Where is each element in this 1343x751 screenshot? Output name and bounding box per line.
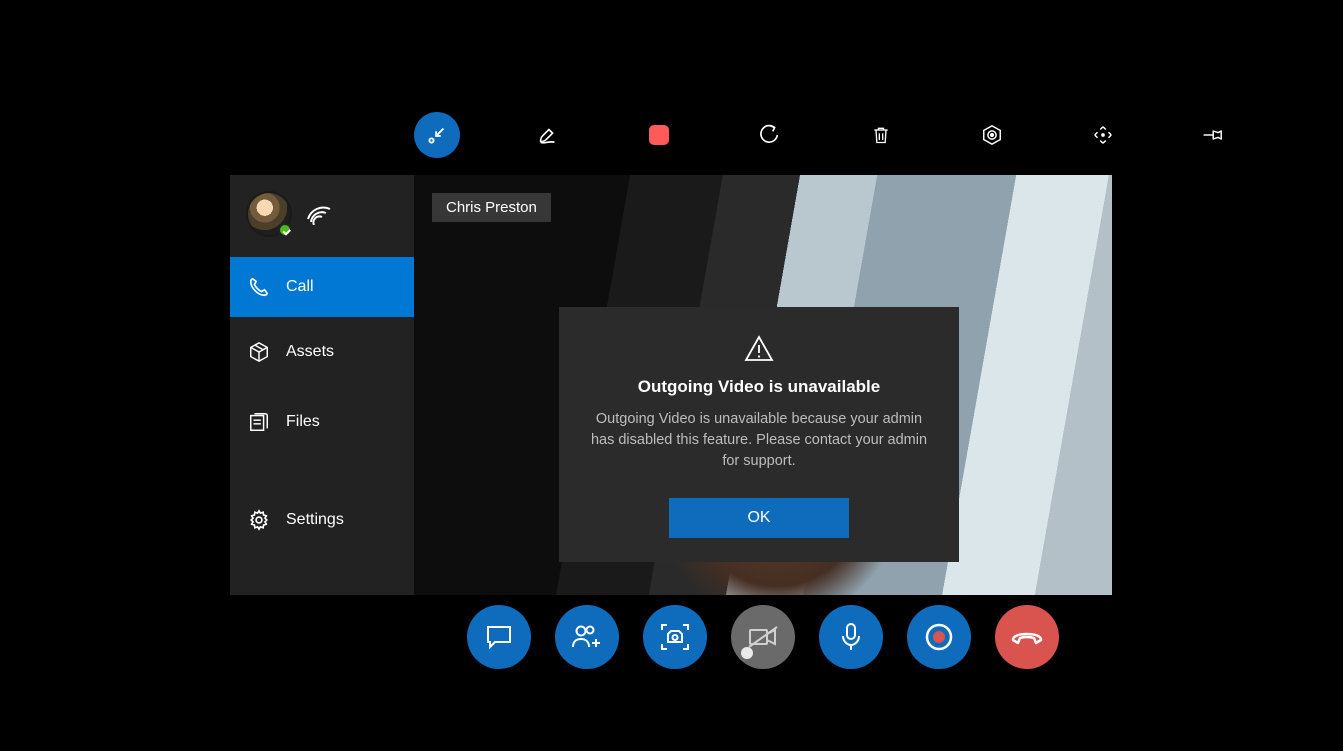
call-bar: [467, 605, 1059, 669]
sidebar-item-assets[interactable]: Assets: [230, 317, 414, 387]
ink-icon: [537, 124, 559, 146]
phone-icon: [248, 276, 270, 298]
mic-icon: [840, 622, 862, 652]
camera-frame-icon: [660, 623, 690, 651]
pin-button[interactable]: [1191, 112, 1237, 158]
record-shape-icon: [649, 125, 669, 145]
modal-body: Outgoing Video is unavailable because yo…: [589, 409, 929, 472]
record-icon: [925, 623, 953, 651]
chat-button[interactable]: [467, 605, 531, 669]
sidebar-item-call[interactable]: Call: [230, 257, 414, 317]
main-stage: Call Assets: [230, 175, 1112, 595]
files-icon: [248, 411, 270, 433]
video-area: Chris Preston Outgoing Video is unavaila…: [414, 175, 1112, 595]
sidebar-nav: Call Assets: [230, 257, 414, 555]
participant-name-tag: Chris Preston: [432, 193, 551, 222]
status-dot-icon: [741, 647, 753, 659]
sidebar-item-label: Assets: [286, 343, 334, 361]
modal-ok-button[interactable]: OK: [669, 498, 849, 538]
video-off-button[interactable]: [731, 605, 795, 669]
connection-icon: [306, 203, 332, 225]
undo-icon: [759, 124, 781, 146]
modal-title: Outgoing Video is unavailable: [638, 377, 880, 397]
enter-compact-icon: [426, 124, 448, 146]
top-toolbar: [414, 112, 1237, 158]
gear-icon: [248, 509, 270, 531]
sidebar-item-label: Settings: [286, 511, 344, 529]
mic-button[interactable]: [819, 605, 883, 669]
undo-button[interactable]: [747, 112, 793, 158]
add-participant-icon: [571, 623, 603, 651]
aperture-icon: [981, 124, 1003, 146]
hangup-button[interactable]: [995, 605, 1059, 669]
trash-icon: [871, 124, 891, 146]
hangup-icon: [1010, 628, 1044, 646]
package-icon: [248, 341, 270, 363]
pin-icon: [1202, 126, 1226, 144]
add-participant-button[interactable]: [555, 605, 619, 669]
delete-button[interactable]: [858, 112, 904, 158]
enter-compact-button[interactable]: [414, 112, 460, 158]
sidebar-item-files[interactable]: Files: [230, 387, 414, 457]
screenshot-button[interactable]: [643, 605, 707, 669]
outgoing-video-modal: Outgoing Video is unavailable Outgoing V…: [559, 307, 959, 562]
sidebar: Call Assets: [230, 175, 414, 595]
chat-icon: [485, 624, 513, 650]
ink-button[interactable]: [525, 112, 571, 158]
sidebar-header: [230, 175, 414, 257]
record-button[interactable]: [907, 605, 971, 669]
move-button[interactable]: [1080, 112, 1126, 158]
user-avatar[interactable]: [248, 193, 290, 235]
camera-capture-button[interactable]: [969, 112, 1015, 158]
sidebar-item-label: Files: [286, 413, 320, 431]
presence-available-icon: [278, 223, 292, 237]
move-icon: [1092, 124, 1114, 146]
record-shape-button[interactable]: [636, 112, 682, 158]
warning-icon: [744, 335, 774, 363]
sidebar-item-settings[interactable]: Settings: [230, 485, 414, 555]
video-off-icon: [747, 625, 779, 649]
sidebar-item-label: Call: [286, 278, 314, 296]
